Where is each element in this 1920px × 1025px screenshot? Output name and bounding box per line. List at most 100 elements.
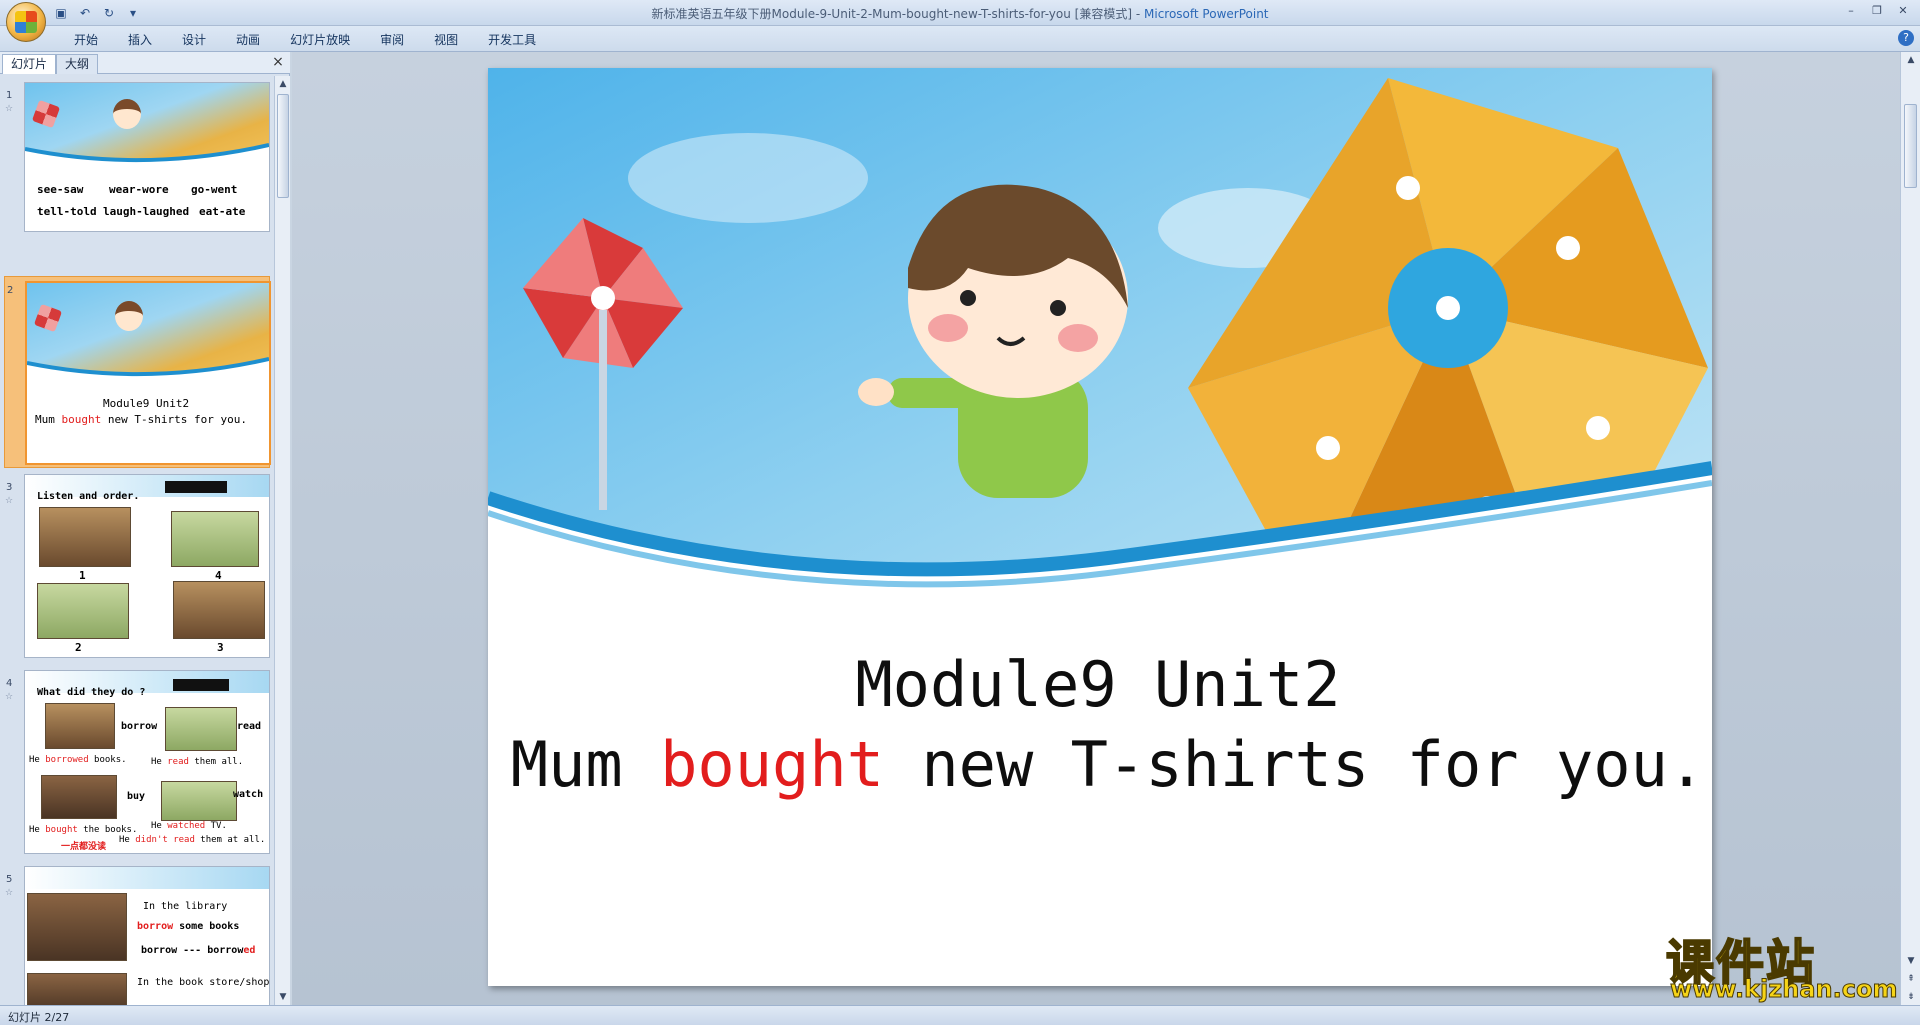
- list-item[interactable]: 4 ☆ What did they do ? borrow read He bo…: [0, 670, 272, 860]
- text-part: Mum: [35, 413, 62, 426]
- restore-icon[interactable]: ❐: [1866, 3, 1888, 19]
- picture-3: [173, 581, 265, 639]
- scroll-up-icon[interactable]: ▲: [275, 76, 291, 92]
- highlight-word: borrow: [137, 921, 174, 932]
- scroll-thumb[interactable]: [277, 94, 289, 198]
- panel-tabs: 幻灯片 大纲 ×: [0, 52, 290, 74]
- wave-decoration: [27, 357, 269, 385]
- slide-title[interactable]: Module9 Unit2: [598, 648, 1598, 721]
- close-icon[interactable]: ×: [270, 54, 286, 70]
- highlight-word: 一点都没读: [61, 842, 107, 852]
- verb-word: borrow: [121, 721, 158, 732]
- boy-image: [115, 301, 143, 331]
- picture-2: [37, 583, 129, 639]
- text-part: new T-shirts for you.: [101, 413, 247, 426]
- text-part: the books.: [77, 825, 138, 835]
- boy-image: [113, 99, 141, 129]
- sentence: He watched TV.: [151, 821, 227, 831]
- previous-slide-icon[interactable]: ⇞: [1901, 971, 1920, 987]
- highlight-word: watched: [167, 821, 206, 831]
- highlight-word: bought: [61, 413, 102, 426]
- thumbnail-text: borrow some books: [137, 921, 239, 932]
- editor-scrollbar[interactable]: ▲ ▼ ⇞ ⇟: [1900, 52, 1920, 1005]
- text-part: He: [119, 835, 136, 845]
- picture-buy: [41, 775, 117, 819]
- tab-outline[interactable]: 大纲: [56, 54, 99, 74]
- scroll-down-icon[interactable]: ▼: [1901, 953, 1920, 969]
- picture-label: 2: [75, 641, 82, 654]
- thumbnail-text: In the library: [143, 901, 228, 912]
- document-title: 新标准英语五年级下册Module-9-Unit-2-Mum-bought-new…: [651, 7, 1144, 21]
- highlight-word: read: [167, 757, 189, 767]
- ribbon-tabs-bar: 开始 插入 设计 动画 幻灯片放映 审阅 视图 开发工具 ?: [0, 26, 1920, 52]
- list-item[interactable]: 3 ☆ Listen and order. 1 4 2 3: [0, 474, 272, 664]
- highlight-word: bought: [660, 728, 885, 801]
- tab-slideshow[interactable]: 幻灯片放映: [276, 29, 364, 51]
- list-item[interactable]: 1 ☆ see-saw wear-wore go-went tell-told …: [0, 82, 272, 238]
- window-controls: – ❐ ✕: [1840, 3, 1914, 19]
- animation-star-icon: ☆: [5, 692, 14, 702]
- text-part: them at all.: [194, 835, 266, 845]
- scroll-up-icon[interactable]: ▲: [1901, 52, 1920, 68]
- slide-thumbnail[interactable]: What did they do ? borrow read He borrow…: [24, 670, 270, 854]
- slide-thumbnail[interactable]: Listen and order. 1 4 2 3: [24, 474, 270, 658]
- office-logo-icon: [15, 11, 37, 33]
- thumbnail-title: What did they do ?: [37, 687, 146, 698]
- sentence: He bought the books.: [29, 825, 137, 835]
- text-part: new T-shirts for you.: [884, 728, 1706, 801]
- text-part: some books: [173, 921, 240, 932]
- tab-slides[interactable]: 幻灯片: [2, 54, 57, 74]
- current-slide[interactable]: Module9 Unit2 Mum bought new T-shirts fo…: [488, 68, 1712, 986]
- list-item[interactable]: 5 ☆ In the library borrow some books bor…: [0, 866, 272, 1005]
- verb-word: read: [237, 721, 262, 732]
- redacted-box: [165, 481, 227, 493]
- picture-watch: [161, 781, 237, 821]
- slide-thumbnail[interactable]: see-saw wear-wore go-went tell-told laug…: [24, 82, 270, 232]
- picture-read: [165, 707, 237, 751]
- thumbnail-scrollbar[interactable]: ▲ ▼: [274, 76, 290, 1005]
- highlight-word: borrowed: [45, 755, 89, 765]
- slide-number: 4: [6, 678, 13, 689]
- list-item-selected[interactable]: 2 Module9 Unit2 Mum bought new T-shirts …: [4, 276, 271, 468]
- header-strip: [25, 867, 269, 889]
- wave-decoration: [25, 143, 269, 171]
- text-part: books.: [88, 755, 127, 765]
- tab-developer[interactable]: 开发工具: [474, 29, 550, 51]
- tab-review[interactable]: 审阅: [366, 29, 418, 51]
- slide-number: 5: [6, 874, 13, 885]
- picture-label: 1: [79, 569, 86, 582]
- window-title: 新标准英语五年级下册Module-9-Unit-2-Mum-bought-new…: [0, 5, 1920, 22]
- library-photo: [27, 893, 127, 961]
- minimize-icon[interactable]: –: [1840, 3, 1862, 19]
- help-icon[interactable]: ?: [1898, 30, 1914, 46]
- highlight-word: didn't read: [135, 835, 195, 845]
- scroll-thumb[interactable]: [1904, 104, 1917, 188]
- text-part: borrow --- borrow: [141, 945, 244, 956]
- highlight-word: ed: [243, 945, 256, 956]
- tab-design[interactable]: 设计: [168, 29, 220, 51]
- tab-home[interactable]: 开始: [60, 29, 112, 51]
- scroll-down-icon[interactable]: ▼: [275, 989, 291, 1005]
- verb-pair: tell-told: [37, 205, 97, 218]
- thumbnail-text: In the book store/shop: [137, 977, 270, 988]
- office-button[interactable]: [6, 2, 46, 42]
- thumbnail-title: Listen and order.: [37, 491, 140, 502]
- close-icon[interactable]: ✕: [1892, 3, 1914, 19]
- status-bar: 幻灯片 2/27: [0, 1005, 1920, 1025]
- slide-subtitle[interactable]: Mum bought new T-shirts for you.: [508, 728, 1708, 801]
- picture-4: [171, 511, 259, 567]
- sentence: He borrowed books.: [29, 755, 127, 765]
- slide-counter: 幻灯片 2/27: [8, 1011, 70, 1024]
- chinese-note: 一点都没读: [61, 839, 106, 852]
- animation-star-icon: ☆: [5, 104, 14, 114]
- tab-insert[interactable]: 插入: [114, 29, 166, 51]
- thumbnail-title: Module9 Unit2: [103, 397, 190, 410]
- slides-panel: 幻灯片 大纲 × 1 ☆ see-saw wear-wore go-went t…: [0, 52, 290, 1005]
- tab-animations[interactable]: 动画: [222, 29, 274, 51]
- tab-view[interactable]: 视图: [420, 29, 472, 51]
- slide-thumbnail[interactable]: Module9 Unit2 Mum bought new T-shirts fo…: [25, 281, 271, 465]
- next-slide-icon[interactable]: ⇟: [1901, 989, 1920, 1005]
- highlight-word: bought: [45, 825, 78, 835]
- slide-thumbnail[interactable]: In the library borrow some books borrow …: [24, 866, 270, 1005]
- picture-label: 3: [217, 641, 224, 654]
